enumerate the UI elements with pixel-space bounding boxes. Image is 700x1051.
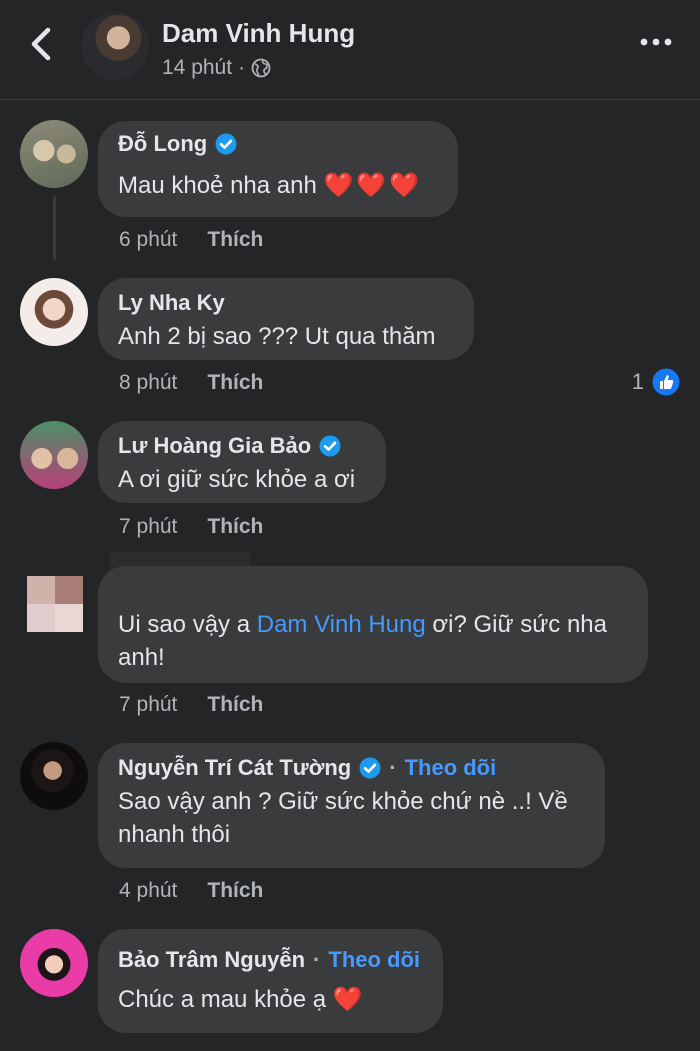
post-header: Dam Vinh Hung 14 phút ·: [0, 0, 700, 100]
commenter-name[interactable]: Đỗ Long: [118, 131, 207, 157]
pixelated-avatar[interactable]: [27, 576, 83, 632]
comment-text: Mau khoẻ nha anh ❤️❤️❤️: [118, 169, 438, 202]
comment-bubble: Lư Hoàng Gia Bảo A ơi giữ sức khỏe a ơi: [98, 421, 386, 503]
heart-emoji: ❤️❤️❤️: [323, 172, 423, 199]
like-reaction-icon: [652, 368, 680, 396]
like-button[interactable]: Thích: [207, 228, 263, 252]
comment-time[interactable]: 7 phút: [119, 515, 177, 539]
comment-meta: 6 phút Thích: [119, 228, 263, 252]
like-button[interactable]: Thích: [207, 879, 263, 903]
mention-link[interactable]: Dam Vinh Hung: [257, 611, 426, 638]
comment-text: Ui sao vậy a Dam Vinh Hung ơi? Giữ sức n…: [118, 608, 628, 674]
author-avatar[interactable]: [81, 12, 149, 80]
back-chevron-icon[interactable]: [24, 22, 60, 66]
commenter-name[interactable]: Lư Hoàng Gia Bảo: [118, 433, 311, 459]
reaction-count: 1: [631, 369, 644, 394]
author-name[interactable]: Dam Vinh Hung: [162, 18, 355, 49]
comment-bubble: Bảo Trâm Nguyễn · Theo dõi Chúc a mau kh…: [98, 929, 443, 1033]
comment-text: Anh 2 bị sao ??? Ut qua thăm: [118, 323, 436, 350]
comment-bubble: Nguyễn Trí Cát Tường · Theo dõi Sao vậy …: [98, 743, 605, 868]
comment-text: Chúc a mau khỏe ạ ❤️: [118, 983, 423, 1016]
comment-body: Chúc a mau khỏe ạ: [118, 986, 327, 1013]
verified-badge-icon: [215, 133, 237, 155]
verified-badge-icon: [319, 435, 341, 457]
comment-time[interactable]: 4 phút: [119, 879, 177, 903]
commenter-name[interactable]: Ly Nha Ky: [118, 290, 225, 316]
comment-time[interactable]: 6 phút: [119, 228, 177, 252]
comment-bubble: Ly Nha Ky Anh 2 bị sao ??? Ut qua thăm: [98, 278, 474, 360]
meta-separator: ·: [238, 56, 246, 79]
follow-separator: ·: [389, 755, 397, 780]
comment-bubble: Đỗ Long Mau khoẻ nha anh ❤️❤️❤️: [98, 121, 458, 217]
comment-text: A ơi giữ sức khỏe a ơi: [118, 466, 356, 493]
follow-separator: ·: [313, 947, 321, 972]
post-time[interactable]: 14 phút: [162, 56, 232, 80]
reply-thread-line: [53, 196, 56, 260]
comment-text: Sao vậy anh ? Giữ sức khỏe chứ nè ..! Về…: [118, 788, 568, 848]
comment-meta: 7 phút Thích: [119, 515, 263, 539]
avatar[interactable]: [20, 742, 88, 810]
like-button[interactable]: Thích: [207, 515, 263, 539]
commenter-name[interactable]: Nguyễn Trí Cát Tường: [118, 755, 351, 781]
comment-time[interactable]: 8 phút: [119, 371, 177, 395]
avatar[interactable]: [20, 929, 88, 997]
commenter-name[interactable]: Bảo Trâm Nguyễn: [118, 947, 305, 973]
avatar[interactable]: [20, 278, 88, 346]
avatar[interactable]: [20, 421, 88, 489]
comment-time[interactable]: 7 phút: [119, 693, 177, 717]
comment-meta: 7 phút Thích: [119, 693, 263, 717]
heart-emoji: ❤️: [332, 986, 363, 1013]
verified-badge-icon: [359, 757, 381, 779]
follow-button[interactable]: Theo dõi: [405, 755, 497, 781]
comment-text-before: Ui sao vậy a: [118, 611, 257, 638]
like-button[interactable]: Thích: [207, 693, 263, 717]
like-button[interactable]: Thích: [207, 371, 263, 395]
globe-icon: [251, 58, 271, 78]
avatar[interactable]: [20, 120, 88, 188]
reaction-summary[interactable]: 1: [632, 368, 680, 396]
comment-meta: 8 phút Thích: [119, 371, 263, 395]
follow-button[interactable]: Theo dõi: [328, 947, 420, 973]
more-options-icon[interactable]: [638, 32, 674, 52]
comment-body: Mau khoẻ nha anh: [118, 172, 317, 199]
post-meta: 14 phút ·: [162, 56, 271, 80]
comment-meta: 4 phút Thích: [119, 879, 263, 903]
comment-bubble: Ui sao vậy a Dam Vinh Hung ơi? Giữ sức n…: [98, 566, 648, 683]
